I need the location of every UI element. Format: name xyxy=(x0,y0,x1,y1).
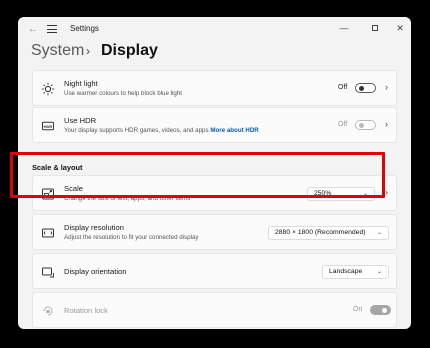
breadcrumb-parent[interactable]: System xyxy=(31,42,84,60)
display-resolution-title: Display resolution xyxy=(64,223,124,232)
hamburger-menu-icon[interactable] xyxy=(47,25,57,34)
hdr-card[interactable]: HDR Use HDR Your display supports HDR ga… xyxy=(32,107,397,143)
resolution-value: 2880 × 1800 (Recommended) xyxy=(275,229,366,236)
rotation-lock-icon xyxy=(41,304,55,318)
maximize-icon[interactable] xyxy=(367,21,383,35)
orientation-dropdown[interactable]: Landscape ⌄ xyxy=(322,265,389,279)
night-light-card[interactable]: Night light Use warmer colours to help b… xyxy=(32,70,397,106)
hdr-toggle[interactable] xyxy=(355,120,376,130)
rotation-lock-card[interactable]: Rotation lock On xyxy=(32,292,397,328)
display-resolution-desc: Adjust the resolution to fit your connec… xyxy=(64,234,199,241)
svg-text:HDR: HDR xyxy=(44,124,53,129)
night-light-toggle[interactable] xyxy=(355,83,376,93)
chevron-down-icon: ⌄ xyxy=(376,230,382,236)
chevron-right-icon[interactable]: › xyxy=(385,82,388,92)
night-light-desc: Use warmer colours to help block blue li… xyxy=(64,90,182,97)
hdr-desc: Your display supports HDR games, videos,… xyxy=(64,127,259,134)
hdr-desc-text: Your display supports HDR games, videos,… xyxy=(64,127,209,134)
chevron-right-icon[interactable]: › xyxy=(385,187,388,197)
chevron-down-icon: ⌄ xyxy=(376,269,382,275)
resolution-dropdown[interactable]: 2880 × 1800 (Recommended) ⌄ xyxy=(268,226,389,240)
hdr-title: Use HDR xyxy=(64,116,97,125)
hdr-icon: HDR xyxy=(41,119,55,133)
hdr-value: Off xyxy=(338,121,348,128)
rotation-lock-toggle[interactable] xyxy=(370,305,391,315)
display-orientation-title: Display orientation xyxy=(64,267,127,276)
breadcrumb-separator: › xyxy=(86,44,90,58)
scale-highlight-box xyxy=(10,152,385,198)
display-orientation-card[interactable]: Display orientation Landscape ⌄ xyxy=(32,253,397,289)
back-arrow-icon[interactable]: ← xyxy=(26,23,40,37)
orientation-value: Landscape xyxy=(329,268,363,275)
night-light-value: Off xyxy=(338,84,348,91)
brightness-icon xyxy=(41,82,55,96)
night-light-title: Night light xyxy=(64,79,98,88)
page-title: Display xyxy=(101,42,158,59)
minimize-icon[interactable]: — xyxy=(336,21,352,35)
resolution-icon xyxy=(41,226,55,240)
rotation-lock-value: On xyxy=(353,306,363,313)
title-bar: ← Settings — ✕ xyxy=(18,17,411,43)
rotation-lock-title: Rotation lock xyxy=(64,306,108,315)
window-title: Settings xyxy=(70,24,99,33)
close-icon[interactable]: ✕ xyxy=(392,21,408,35)
display-resolution-card[interactable]: Display resolution Adjust the resolution… xyxy=(32,214,397,250)
more-about-hdr-link[interactable]: More about HDR xyxy=(210,127,258,134)
orientation-icon xyxy=(41,265,55,279)
chevron-right-icon[interactable]: › xyxy=(385,119,388,129)
